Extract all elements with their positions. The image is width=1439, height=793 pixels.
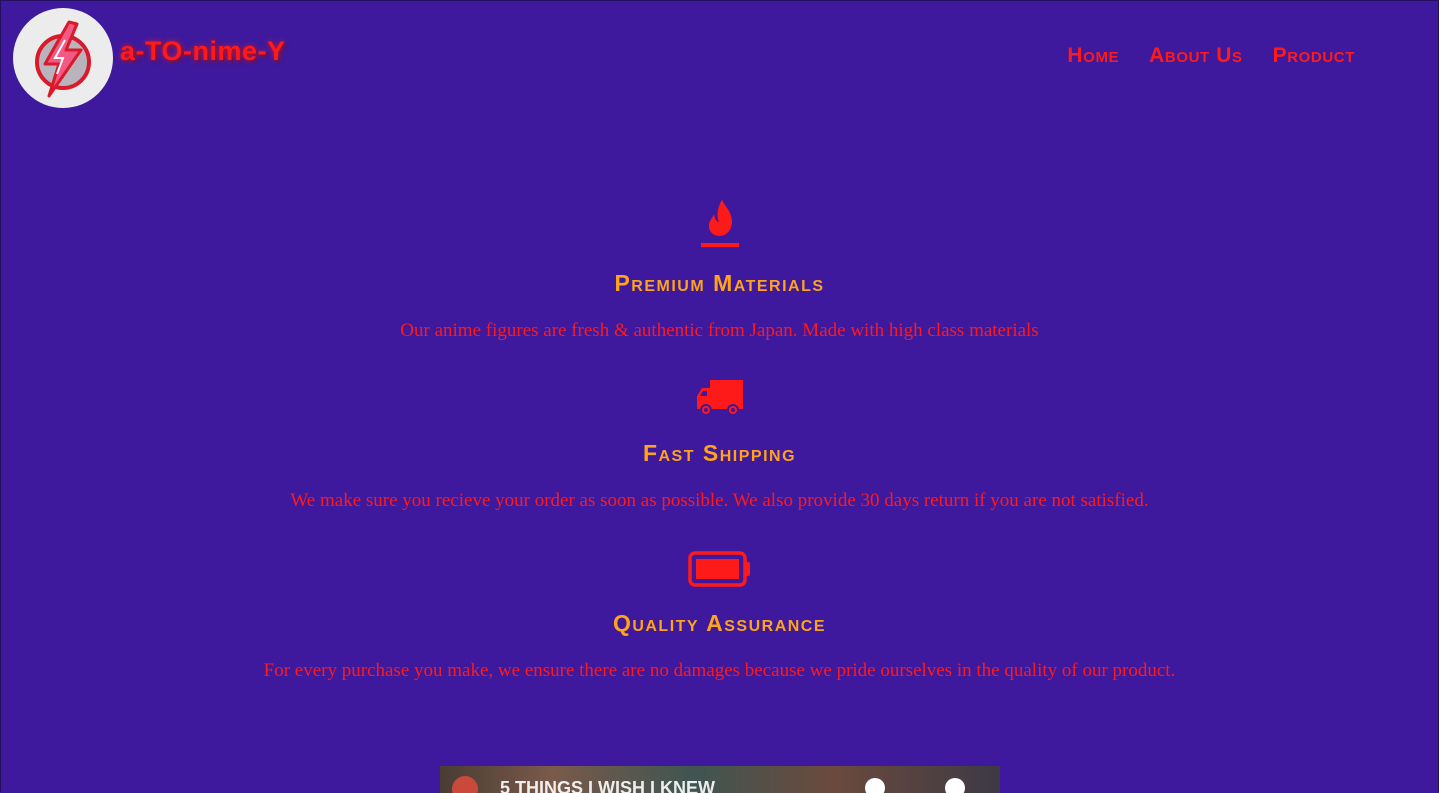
lightning-emblem-icon xyxy=(35,20,91,98)
truck-icon xyxy=(0,360,1439,418)
feature-title: Quality Assurance xyxy=(612,610,827,636)
main-nav: Home About Us Product xyxy=(1067,44,1355,68)
site-logo[interactable] xyxy=(13,8,113,108)
feature-fast-shipping: Fast Shipping We make sure you recieve y… xyxy=(0,360,1439,512)
feature-text: We make sure you recieve your order as s… xyxy=(290,490,1149,511)
feature-text: Our anime figures are fresh & authentic … xyxy=(400,320,1039,341)
feature-quality-assurance: Quality Assurance For every purchase you… xyxy=(0,530,1439,682)
battery-full-icon xyxy=(0,530,1439,588)
video-embed[interactable]: 5 THINGS I WISH I KNEW xyxy=(440,766,1000,793)
feature-text: For every purchase you make, we ensure t… xyxy=(263,660,1176,681)
nav-about-us[interactable]: About Us xyxy=(1149,44,1242,68)
nav-product[interactable]: Product xyxy=(1273,44,1355,68)
feature-premium-materials: Premium Materials Our anime figures are … xyxy=(0,190,1439,342)
feature-title: Premium Materials xyxy=(614,270,825,296)
video-title[interactable]: 5 THINGS I WISH I KNEW xyxy=(500,778,715,793)
watch-later-icon[interactable] xyxy=(865,778,885,793)
brand-name: a-TO-nime-Y xyxy=(120,36,286,66)
features-section: Premium Materials Our anime figures are … xyxy=(0,190,1439,700)
share-icon[interactable] xyxy=(945,778,965,793)
feature-title: Fast Shipping xyxy=(642,440,797,466)
nav-home[interactable]: Home xyxy=(1067,44,1119,68)
site-header: a-TO-nime-Y Home About Us Product xyxy=(0,0,1439,110)
fire-icon xyxy=(0,190,1439,248)
channel-avatar[interactable] xyxy=(452,776,478,793)
